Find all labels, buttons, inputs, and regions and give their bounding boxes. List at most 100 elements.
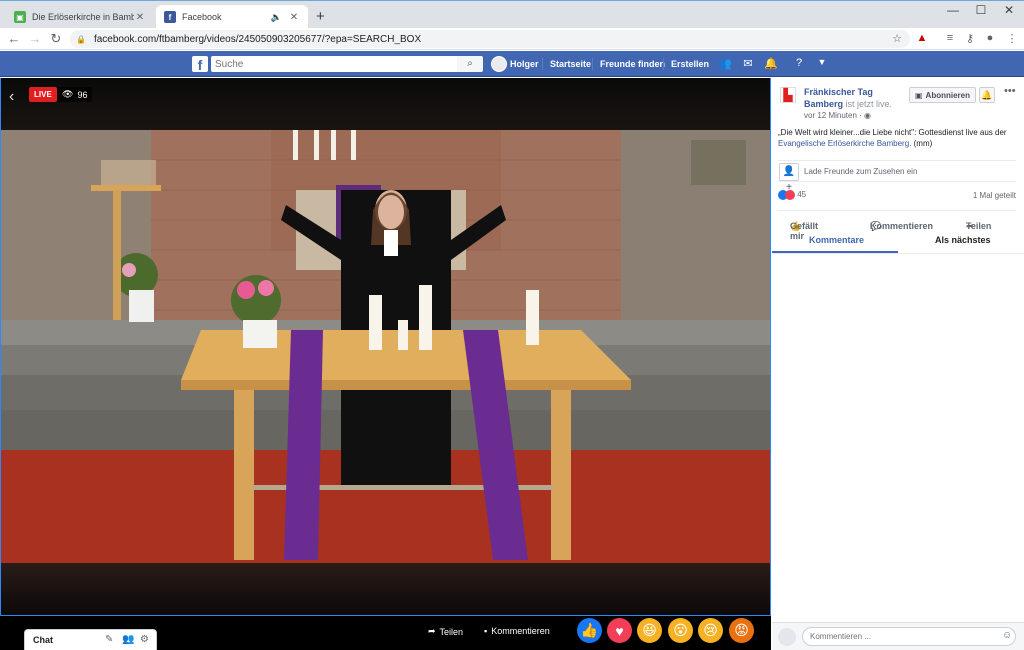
viewer-count-value: 96 bbox=[77, 89, 88, 100]
close-icon[interactable]: ✕ bbox=[134, 12, 146, 23]
live-badge: LIVE bbox=[29, 87, 57, 102]
add-friend-icon: 👤+ bbox=[779, 163, 799, 193]
avatar bbox=[778, 628, 796, 646]
facebook-header: f ⌕ Holger Startseite Freunde finden Ers… bbox=[0, 51, 1024, 77]
tab-title: Die Erlöserkirche in Bamberg ist l bbox=[32, 12, 134, 22]
compose-icon[interactable]: ✎ bbox=[105, 634, 113, 645]
key-icon[interactable]: ⚷ bbox=[962, 32, 978, 45]
maximize-icon[interactable]: ☐ bbox=[966, 3, 996, 17]
pdf-extension-icon[interactable]: ▲ bbox=[914, 32, 930, 44]
church-scene-illustration bbox=[1, 130, 770, 563]
wow-reaction-icon[interactable]: 😮 bbox=[668, 618, 693, 643]
divider bbox=[663, 58, 664, 70]
video-frame bbox=[1, 130, 770, 563]
star-icon[interactable]: ☆ bbox=[892, 32, 902, 45]
share-count[interactable]: 1 Mal geteilt bbox=[973, 191, 1016, 200]
sidebar-tabs: Kommentare Als nächstes bbox=[772, 230, 1024, 254]
facebook-icon: f bbox=[164, 11, 176, 23]
invite-label: Lade Freunde zum Zusehen ein bbox=[804, 167, 918, 176]
description-text: „Die Welt wird kleiner...die Liebe nicht… bbox=[778, 128, 1007, 137]
chevron-left-icon[interactable]: ‹ bbox=[9, 88, 14, 106]
bell-icon[interactable]: 🔔 bbox=[979, 87, 995, 103]
address-bar: ← → ↻ 🔒 facebook.com/ftbamberg/videos/24… bbox=[0, 28, 1024, 50]
profile-link[interactable]: Holger bbox=[510, 59, 539, 69]
post-actions: 👍 Gefällt mir 💬 Kommentieren ➦ Teilen bbox=[778, 210, 1016, 241]
divider bbox=[592, 58, 593, 70]
playlist-icon[interactable]: ≡ bbox=[942, 32, 958, 44]
nav-create[interactable]: Erstellen bbox=[671, 59, 709, 69]
forward-icon[interactable]: → bbox=[27, 31, 43, 46]
group-icon[interactable]: 👥 bbox=[122, 634, 134, 645]
comment-button[interactable]: ▪ Kommentieren bbox=[484, 626, 550, 636]
tab-title: Facebook bbox=[182, 12, 222, 22]
messenger-icon[interactable]: ✉ bbox=[741, 57, 755, 70]
subscribe-label: Abonnieren bbox=[925, 90, 970, 100]
sad-reaction-icon[interactable]: 😢 bbox=[698, 618, 723, 643]
active-tab-indicator bbox=[772, 251, 898, 253]
facebook-logo-icon[interactable]: f bbox=[192, 56, 208, 73]
new-tab-button[interactable]: + bbox=[316, 8, 325, 25]
back-icon[interactable]: ← bbox=[6, 31, 22, 46]
browser-tab-1[interactable]: ▣ Die Erlöserkirche in Bamberg ist l ✕ bbox=[6, 5, 154, 29]
haha-reaction-icon[interactable]: 😆 bbox=[637, 618, 662, 643]
menu-icon[interactable]: ⋮ bbox=[1004, 32, 1020, 45]
share-label: Teilen bbox=[439, 626, 464, 637]
video-sidebar: ▙ Fränkischer Tag Bamberg ist jetzt live… bbox=[772, 78, 1024, 650]
gear-icon[interactable]: ⚙ bbox=[140, 634, 149, 645]
comment-label: Kommentieren bbox=[491, 626, 550, 636]
nav-find-friends[interactable]: Freunde finden bbox=[600, 59, 665, 69]
subscribe-button[interactable]: ▣ Abonnieren bbox=[909, 87, 976, 103]
share-button[interactable]: ➦ Teilen bbox=[428, 626, 463, 637]
minimize-icon[interactable]: — bbox=[938, 3, 968, 17]
live-status: ist jetzt live. bbox=[845, 99, 893, 109]
help-icon[interactable]: ? bbox=[792, 57, 806, 69]
reaction-stats: 45 1 Mal geteilt bbox=[778, 190, 1016, 200]
page-logo-icon[interactable]: ▙ bbox=[780, 87, 796, 103]
green-square-icon: ▣ bbox=[14, 11, 26, 23]
browser-tabstrip: ▣ Die Erlöserkirche in Bamberg ist l ✕ f… bbox=[0, 0, 1024, 29]
viewer-count: 👁 96 bbox=[57, 87, 93, 102]
comment-icon: ▪ bbox=[484, 626, 488, 636]
window-close-icon[interactable]: ✕ bbox=[994, 3, 1024, 17]
video-letterbox-bottom bbox=[1, 563, 770, 615]
love-icon bbox=[785, 190, 795, 200]
comment-input[interactable] bbox=[802, 627, 1016, 646]
friend-requests-icon[interactable]: 👥 bbox=[718, 57, 732, 70]
love-reaction-icon[interactable]: ♥ bbox=[607, 618, 632, 643]
reload-icon[interactable]: ↻ bbox=[48, 31, 64, 47]
lock-icon: 🔒 bbox=[76, 34, 86, 44]
nav-home[interactable]: Startseite bbox=[550, 59, 591, 69]
speaker-icon[interactable]: 🔈 bbox=[271, 12, 282, 23]
angry-reaction-icon[interactable]: 😡 bbox=[729, 618, 754, 643]
chat-label: Chat bbox=[33, 635, 53, 645]
invite-friends-row[interactable]: 👤+ Lade Freunde zum Zusehen ein bbox=[778, 160, 1016, 193]
description-suffix: (mm) bbox=[913, 139, 933, 148]
notifications-icon[interactable]: 🔔 bbox=[764, 57, 778, 70]
globe-icon: ◉ bbox=[864, 111, 872, 120]
eye-icon: 👁 bbox=[62, 89, 74, 99]
like-reaction-icon[interactable]: 👍 bbox=[577, 618, 602, 643]
emoji-icon[interactable]: ☺ bbox=[1002, 630, 1012, 641]
tab-up-next[interactable]: Als nächstes bbox=[935, 235, 991, 245]
reaction-count[interactable]: 45 bbox=[797, 190, 806, 199]
description-link[interactable]: Evangelische Erlöserkirche Bamberg. bbox=[778, 139, 911, 148]
more-icon[interactable]: ••• bbox=[1004, 85, 1016, 97]
divider bbox=[542, 58, 543, 70]
video-player[interactable]: ‹ LIVE 👁 96 bbox=[0, 78, 771, 616]
page-header: Fränkischer Tag Bamberg ist jetzt live. bbox=[804, 86, 904, 110]
close-icon[interactable]: ✕ bbox=[288, 12, 300, 23]
search-input[interactable] bbox=[211, 56, 481, 72]
url-field[interactable]: 🔒 facebook.com/ftbamberg/videos/24505090… bbox=[70, 30, 910, 48]
post-time-text: vor 12 Minuten · bbox=[804, 111, 862, 120]
video-letterbox-top bbox=[1, 78, 770, 130]
avatar[interactable] bbox=[491, 56, 507, 72]
post-time: vor 12 Minuten · ◉ bbox=[804, 111, 871, 120]
post-description: „Die Welt wird kleiner...die Liebe nicht… bbox=[778, 127, 1018, 149]
search-icon[interactable]: ⌕ bbox=[457, 56, 483, 72]
subscribe-icon: ▣ bbox=[914, 90, 923, 100]
tab-comments[interactable]: Kommentare bbox=[809, 235, 864, 245]
chat-bar[interactable]: Chat ✎ 👥 ⚙ bbox=[24, 629, 157, 650]
browser-tab-2[interactable]: f Facebook 🔈 ✕ bbox=[156, 5, 308, 29]
account-icon[interactable]: ● bbox=[982, 32, 998, 44]
chevron-down-icon[interactable]: ▼ bbox=[815, 57, 829, 67]
